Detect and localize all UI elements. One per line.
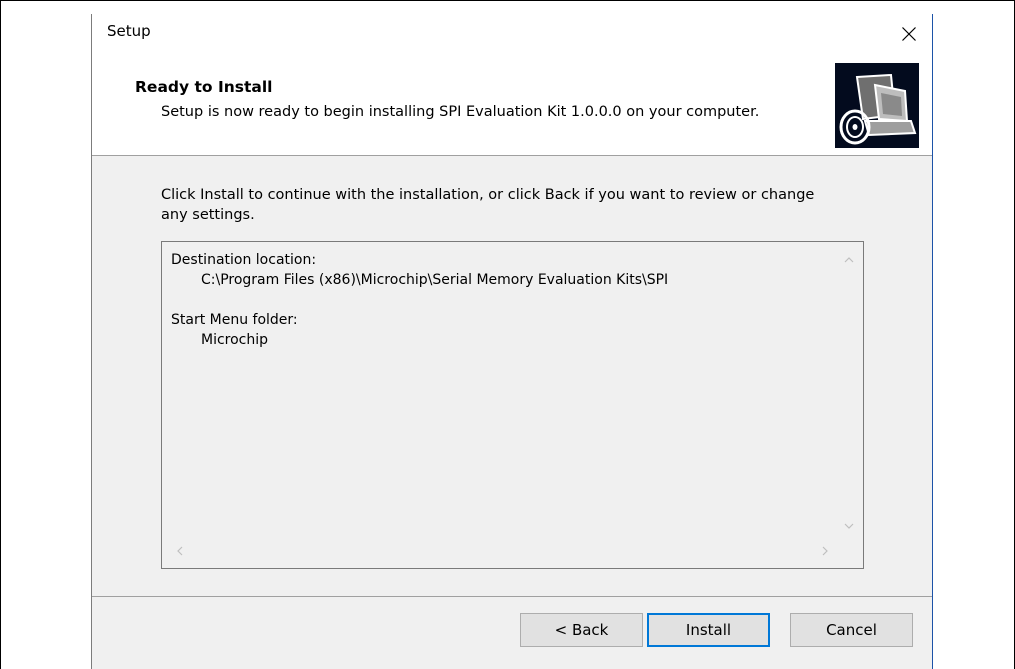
- close-icon: [902, 26, 916, 41]
- page-description: Setup is now ready to begin installing S…: [161, 104, 760, 120]
- start-menu-label: Start Menu folder:: [171, 312, 298, 328]
- destination-label: Destination location:: [171, 252, 317, 268]
- page-title: Ready to Install: [135, 78, 273, 96]
- title-bar: Setup: [92, 14, 932, 53]
- memo-content: Destination location: C:\Program Files (…: [171, 250, 668, 350]
- wizard-body: Click Install to continue with the insta…: [92, 156, 932, 596]
- scroll-left-arrow[interactable]: [172, 541, 188, 561]
- scroll-right-arrow[interactable]: [817, 541, 833, 561]
- close-button[interactable]: [886, 14, 932, 53]
- memo-blank-line: [171, 290, 668, 310]
- window-title: Setup: [107, 22, 151, 40]
- wizard-header: Ready to Install Setup is now ready to b…: [92, 53, 932, 155]
- start-menu-value: Microchip: [201, 332, 269, 348]
- instructions-text: Click Install to continue with the insta…: [161, 187, 815, 223]
- install-button[interactable]: Install: [647, 613, 770, 647]
- computer-setup-icon: [835, 63, 919, 148]
- back-button[interactable]: < Back: [520, 613, 643, 647]
- destination-value: C:\Program Files (x86)\Microchip\Serial …: [201, 272, 669, 288]
- scroll-up-arrow[interactable]: [839, 252, 859, 268]
- setup-window: Setup Ready to Install Setup is now read…: [91, 14, 933, 669]
- cancel-button[interactable]: Cancel: [790, 613, 913, 647]
- ready-memo[interactable]: Destination location: C:\Program Files (…: [161, 241, 864, 569]
- scroll-down-arrow[interactable]: [839, 518, 859, 534]
- wizard-footer: < Back Install Cancel: [92, 597, 932, 669]
